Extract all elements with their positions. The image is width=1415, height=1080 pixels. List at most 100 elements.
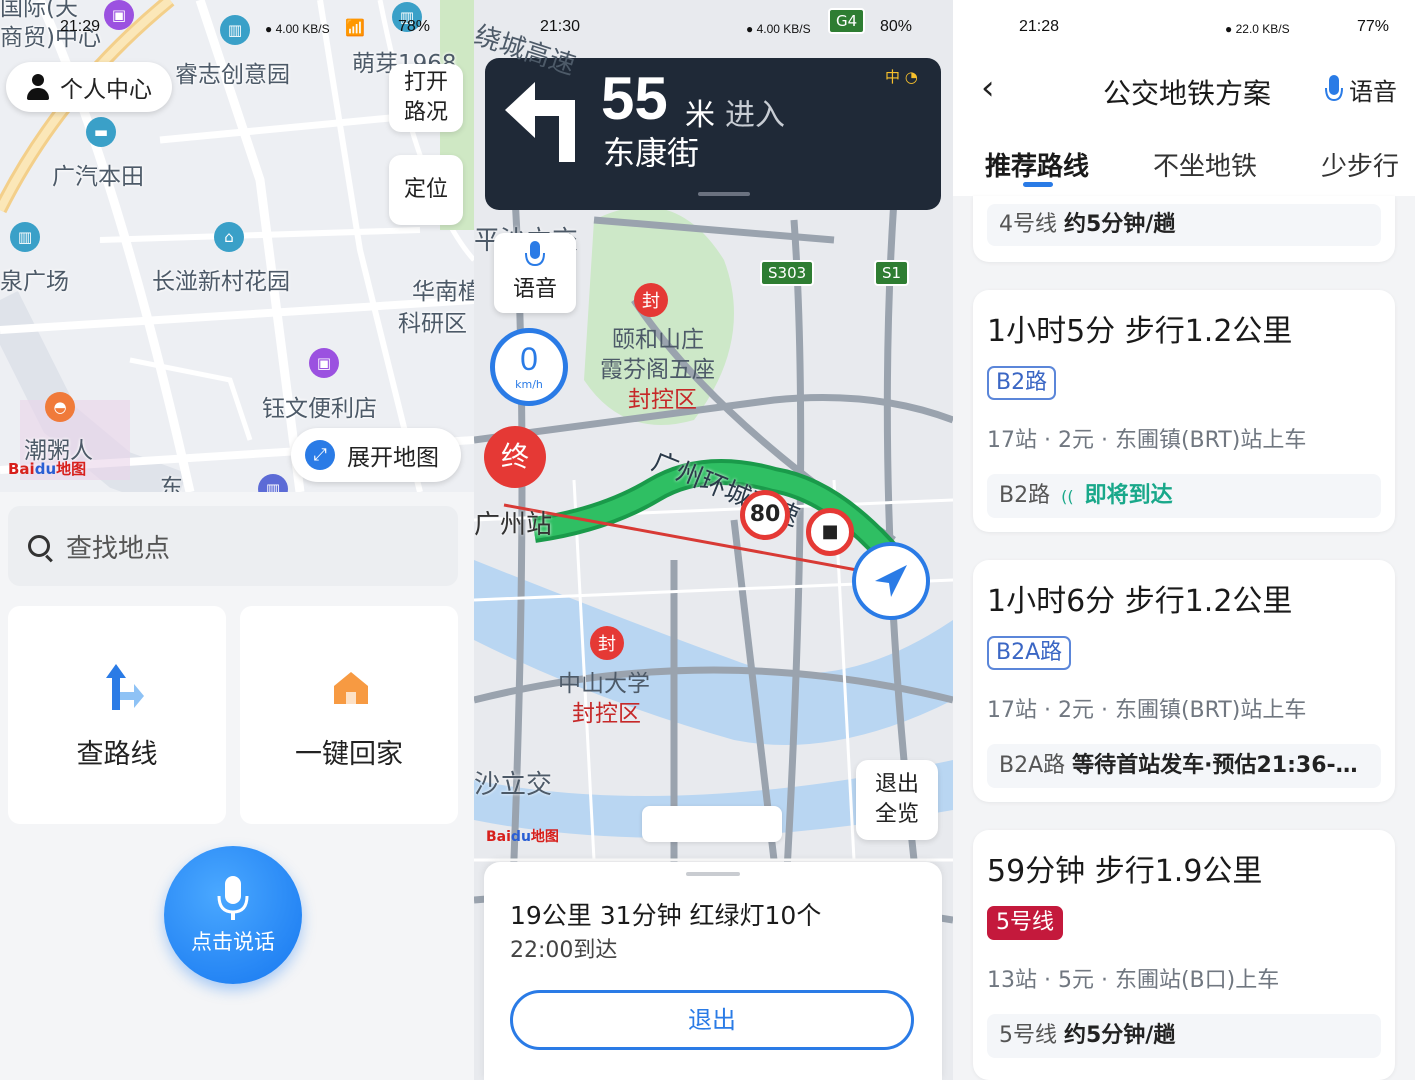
residence-pin-icon[interactable]: ⌂	[214, 222, 244, 252]
back-arrow-icon[interactable]: ‹	[981, 70, 1011, 106]
realtime-signal-icon: ((	[1061, 487, 1074, 506]
battery-text: 80%	[880, 18, 913, 35]
car-pin-icon[interactable]: ▬	[86, 117, 116, 147]
route-card-partial[interactable]: 4号线 约5分钟/趟	[973, 196, 1395, 262]
route-card[interactable]: 1小时5分 步行1.2公里 B2路 17站 · 2元 · 东圃镇(BRT)站上车…	[973, 290, 1395, 532]
drag-handle[interactable]	[698, 192, 750, 196]
home-icon	[332, 670, 370, 706]
search-icon	[28, 535, 53, 563]
map-label: 睿志创意园	[175, 62, 290, 88]
building-pin-icon[interactable]: ▥	[220, 15, 250, 45]
nav-bottom-sheet: 19公里 31分钟 红绿灯10个 22:00到达 退出	[484, 862, 942, 1080]
line-name: 5号线	[999, 1023, 1057, 1048]
voice-button[interactable]: 语音	[1325, 72, 1397, 107]
status-time: 21:30	[540, 18, 581, 35]
route-search-card[interactable]: 查路线	[8, 606, 226, 824]
line-frequency: 约5分钟/趟	[1064, 212, 1176, 237]
line-name: B2A路	[999, 753, 1066, 778]
current-speed: 0	[520, 341, 538, 377]
net-speed: 22.0 KB/S	[1235, 22, 1290, 36]
shop-pin-icon[interactable]: ▣	[309, 348, 339, 378]
arrival-status: 即将到达	[1084, 483, 1173, 508]
drag-handle[interactable]	[686, 872, 740, 876]
voice-button[interactable]: 语音	[494, 233, 576, 313]
route-meta: 17站 · 2元 · 东圃镇(BRT)站上车	[987, 698, 1307, 723]
exit-overview-button[interactable]: 退出全览	[856, 760, 938, 840]
net-speed: 4.00 KB/S	[275, 22, 330, 36]
bus-line-badge: B2A路	[987, 636, 1072, 670]
status-time: 21:28	[1019, 18, 1060, 35]
line-frequency: 约5分钟/趟	[1064, 1023, 1176, 1048]
locate-button[interactable]: 定位	[389, 155, 463, 225]
lockdown-pin-icon[interactable]: 封	[590, 626, 624, 660]
route-card[interactable]: 59分钟 步行1.9公里 5号线 13站 · 5元 · 东圃站(B口)上车 5号…	[973, 830, 1395, 1080]
voice-talk-button[interactable]: 点击说话	[164, 846, 302, 984]
expand-map-button[interactable]: ⤢ 展开地图	[291, 428, 461, 482]
page-title: 公交地铁方案	[1103, 77, 1272, 110]
microphone-icon	[1325, 74, 1343, 105]
route-sub-info: 4号线 约5分钟/趟	[987, 204, 1381, 246]
expand-map-label: 展开地图	[347, 445, 439, 471]
home-bottom-sheet: 查找地点 查路线 一键回家 点击说话	[0, 492, 474, 1080]
line-name: 4号线	[999, 212, 1057, 237]
tab-recommended[interactable]: 推荐路线	[985, 146, 1089, 183]
battery-text: 78%	[398, 18, 431, 35]
navigation-screen: 21:30 ● 4.00 KB/S 80% 55 米 进入 东康街 中 ◔ 平沙…	[474, 0, 953, 1080]
location-icon: ● 22.0 KB/S	[1225, 22, 1290, 36]
voice-label: 语音	[1349, 78, 1397, 106]
go-home-card[interactable]: 一键回家	[240, 606, 458, 824]
transit-plans-screen: 21:28 ● 22.0 KB/S 77% ‹ 公交地铁方案 语音 推荐路线 不…	[953, 0, 1415, 1080]
turn-action: 进入	[725, 98, 785, 133]
route-meta: 17站 · 2元 · 东圃镇(BRT)站上车	[987, 428, 1307, 453]
search-bar[interactable]: 查找地点	[8, 506, 458, 586]
map-label: 泉广场	[0, 269, 69, 295]
exit-navigation-button[interactable]: 退出	[510, 990, 914, 1050]
tab-less-walking[interactable]: 少步行	[1321, 146, 1399, 183]
user-icon	[26, 74, 50, 100]
home-screen: 国际(天 商贸)中心 睿志创意园 萌芽1968 广汽本田 泉广场 长湴新村花园 …	[0, 0, 474, 1080]
food-pin-icon[interactable]: ◓	[45, 392, 75, 422]
net-speed: 4.00 KB/S	[756, 22, 811, 36]
map-label: 长湴新村花园	[152, 269, 290, 295]
route-meta: 13站 · 5元 · 东圃站(B口)上车	[987, 968, 1280, 993]
signal-icon: 📶	[345, 20, 365, 37]
location-icon: ● 4.00 KB/S	[265, 22, 330, 36]
route-title: 1小时5分 步行1.2公里	[987, 314, 1293, 349]
lockdown-zone-label: 封控区	[572, 701, 641, 727]
active-tab-indicator	[1023, 182, 1053, 187]
map-label: 中山大学	[558, 671, 650, 697]
building-pin-icon[interactable]: ▥	[10, 222, 40, 252]
map-area[interactable]: 国际(天 商贸)中心 睿志创意园 萌芽1968 广汽本田 泉广场 长湴新村花园 …	[0, 0, 474, 504]
bus-line-badge: B2路	[987, 366, 1057, 400]
go-home-label: 一键回家	[295, 739, 403, 770]
shop-pin-icon[interactable]: ▣	[104, 0, 134, 30]
map-label: 沙立交	[474, 770, 553, 800]
metro-line-badge: 5号线	[987, 906, 1063, 940]
route-title: 1小时6分 步行1.2公里	[987, 584, 1293, 619]
speedometer: 0 km/h	[490, 328, 568, 406]
route-sub-info: B2路 (( 即将到达	[987, 474, 1381, 518]
route-sub-info: 5号线 约5分钟/趟	[987, 1014, 1381, 1058]
voice-label: 语音	[512, 277, 557, 302]
car-position-icon	[852, 542, 930, 620]
route-card[interactable]: 1小时6分 步行1.2公里 B2A路 17站 · 2元 · 东圃镇(BRT)站上…	[973, 560, 1395, 802]
expand-icon: ⤢	[305, 440, 335, 470]
status-time: 21:29	[60, 18, 101, 35]
destination-marker[interactable]: 终	[484, 426, 546, 488]
line-name: B2路	[999, 483, 1051, 508]
baidu-logo: Baidu地图	[486, 829, 559, 845]
map-label: 钰文便利店	[262, 396, 377, 422]
user-center-button[interactable]: 个人中心	[6, 62, 172, 112]
traffic-toggle-button[interactable]: 打开路况	[389, 64, 463, 132]
user-center-label: 个人中心	[60, 77, 152, 103]
location-icon: ● 4.00 KB/S	[746, 22, 811, 36]
signal-strength: 中	[885, 68, 901, 86]
speed-unit: km/h	[515, 378, 543, 391]
search-input[interactable]: 查找地点	[66, 528, 170, 565]
route-arrow-icon	[104, 664, 144, 710]
trip-summary: 19公里 31分钟 红绿灯10个	[510, 901, 822, 930]
battery-text: 77%	[1357, 18, 1390, 35]
lockdown-pin-icon[interactable]: 封	[634, 283, 668, 317]
tab-no-subway[interactable]: 不坐地铁	[1153, 146, 1257, 183]
microphone-icon	[525, 241, 545, 271]
